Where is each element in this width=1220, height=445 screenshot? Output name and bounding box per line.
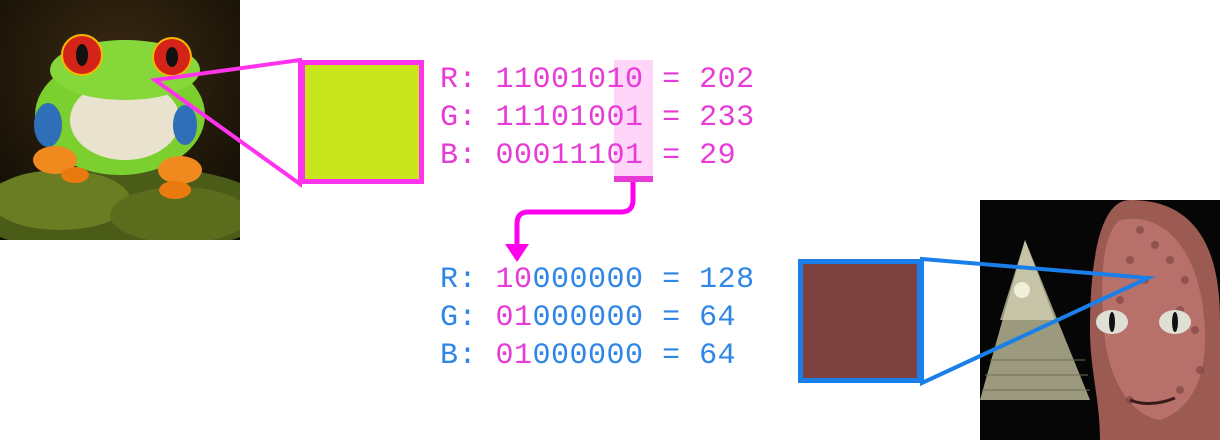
bits-low: 000000 (532, 301, 644, 335)
frog-photo (0, 0, 270, 255)
bits-high: 110010 (495, 63, 607, 97)
result-row-b: B: 01000000 = 64 (440, 338, 736, 374)
channel-label: B: (440, 139, 496, 173)
source-row-r: R: 11001010 = 202 (440, 62, 755, 98)
value: = 202 (643, 63, 755, 97)
lizard-photo (980, 200, 1220, 440)
bits-high: 111010 (495, 101, 607, 135)
lizard-color-swatch (798, 259, 922, 383)
bits-low: 10 (606, 63, 644, 97)
value: = 128 (643, 263, 755, 297)
value: = 64 (643, 301, 737, 335)
value: = 233 (643, 101, 755, 135)
bits-high: 10 (495, 263, 533, 297)
frog-illustration (0, 0, 270, 255)
bits-low: 01 (606, 101, 644, 135)
bits-high: 000111 (495, 139, 607, 173)
channel-label: G: (440, 301, 496, 335)
channel-label: G: (440, 101, 496, 135)
bits-low: 01 (606, 139, 644, 173)
channel-label: R: (440, 63, 496, 97)
lsb-underline (614, 176, 653, 182)
arrow-down-icon (514, 182, 636, 248)
bits-low: 000000 (532, 339, 644, 373)
frog-color-swatch (300, 60, 424, 184)
bits-high: 01 (495, 301, 533, 335)
arrow-head (505, 244, 529, 262)
result-row-r: R: 10000000 = 128 (440, 262, 755, 298)
value: = 64 (643, 339, 737, 373)
lizard-illustration (980, 200, 1220, 440)
channel-label: R: (440, 263, 496, 297)
channel-label: B: (440, 339, 496, 373)
value: = 29 (643, 139, 737, 173)
source-row-b: B: 00011101 = 29 (440, 138, 736, 174)
bits-low: 000000 (532, 263, 644, 297)
bits-high: 01 (495, 339, 533, 373)
source-row-g: G: 11101001 = 233 (440, 100, 755, 136)
result-row-g: G: 01000000 = 64 (440, 300, 736, 336)
